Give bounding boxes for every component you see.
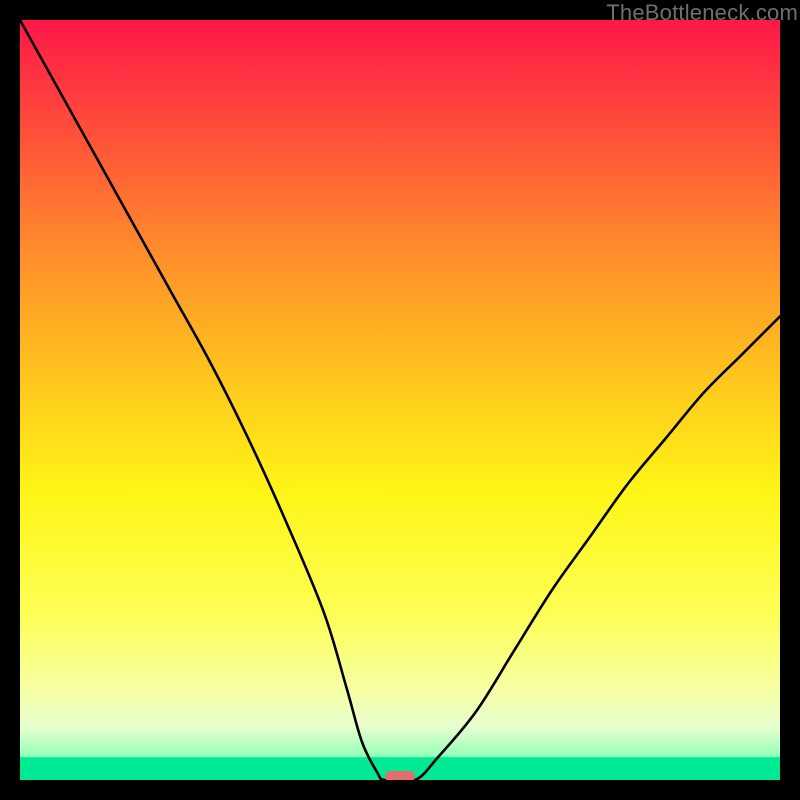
plot-area	[20, 20, 780, 780]
watermark-text: TheBottleneck.com	[606, 0, 798, 26]
bottleneck-curve	[20, 20, 780, 780]
optimal-marker	[385, 771, 415, 781]
chart-stage: TheBottleneck.com	[0, 0, 800, 800]
